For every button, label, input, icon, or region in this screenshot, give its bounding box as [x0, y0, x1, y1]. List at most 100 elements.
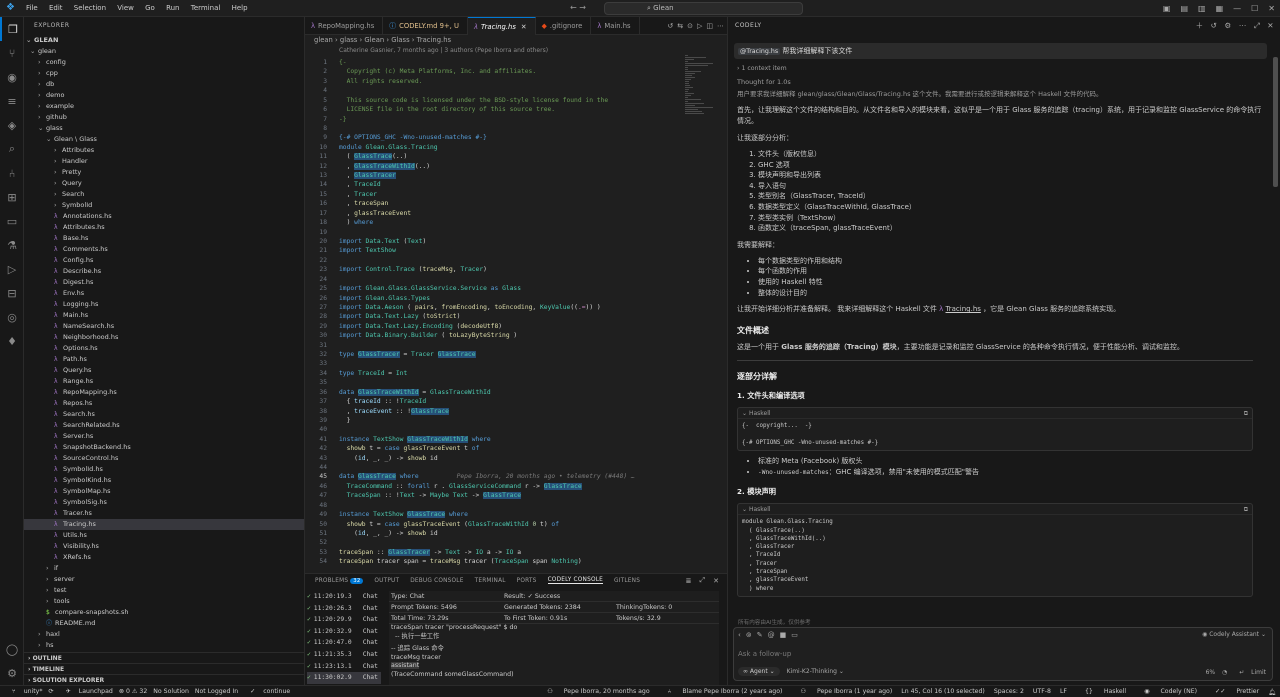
minimize-icon[interactable]: —: [1233, 4, 1241, 13]
code-line[interactable]: -}: [339, 116, 347, 123]
tab-output[interactable]: OUTPUT: [374, 578, 399, 584]
code-line[interactable]: (id, _, _) -> showb id: [339, 530, 437, 537]
limit-button[interactable]: ↵ Limit: [1234, 669, 1266, 676]
layout-icon[interactable]: ▣: [1163, 4, 1171, 13]
code-line[interactable]: { traceId :: !TraceId: [339, 398, 427, 405]
tree-file[interactable]: λ SymbolId.hs: [24, 464, 304, 475]
code-line[interactable]: traceSpan tracer span = traceMsg tracer …: [339, 558, 582, 565]
solution-explorer-section[interactable]: › SOLUTION EXPLORER: [24, 674, 304, 685]
code-line[interactable]: showb t = case glassTraceEvent (GlassTra…: [339, 521, 559, 528]
testing-icon[interactable]: ⚗: [0, 233, 24, 257]
problems-status[interactable]: ⊗ 0 ⚠ 32: [119, 688, 147, 695]
tab-gitignore[interactable]: ◆ .gitignore: [536, 17, 592, 35]
menu-run[interactable]: Run: [166, 4, 179, 12]
solution-status[interactable]: No Solution: [153, 688, 189, 695]
user-message[interactable]: @Tracing.hs 帮我详细解释下该文件: [734, 43, 1267, 59]
tree-file[interactable]: λ Query.hs: [24, 365, 304, 376]
terminal-icon[interactable]: ▭: [791, 631, 798, 639]
code-line[interactable]: import Data.Aeson ( pairs, fromEncoding,…: [339, 304, 601, 311]
close-panel-icon[interactable]: ✕: [713, 577, 719, 585]
code-line[interactable]: import Data.Binary.Builder ( toLazyByteS…: [339, 332, 517, 339]
log-entry[interactable]: ✓ 11:20:19.3 Chat: [307, 591, 381, 603]
tree-folder[interactable]: ⌄ glass: [24, 123, 304, 134]
git-icon[interactable]: ⑃: [0, 161, 24, 185]
code-line[interactable]: , traceSpan: [339, 200, 389, 207]
continue-status[interactable]: ✓ continue: [244, 688, 290, 695]
close-icon[interactable]: ✕: [1268, 4, 1275, 13]
tree-file[interactable]: λ Tracing.hs: [24, 519, 304, 530]
close-tab-icon[interactable]: ✕: [521, 23, 527, 31]
tree-folder[interactable]: › haxl: [24, 629, 304, 640]
tree-folder[interactable]: › github: [24, 112, 304, 123]
run-debug-icon[interactable]: ▷: [0, 257, 24, 281]
code-editor[interactable]: 1 {- 2 Copyright (c) Meta Platforms, Inc. …: [305, 55, 685, 573]
tree-folder[interactable]: › if: [24, 563, 304, 574]
code-line[interactable]: module Glean.Glass.Tracing: [339, 144, 438, 151]
tree-folder[interactable]: › config: [24, 57, 304, 68]
edit-icon[interactable]: ✎: [757, 631, 763, 639]
tree-file[interactable]: λ SourceControl.hs: [24, 453, 304, 464]
tree-folder[interactable]: › hs: [24, 640, 304, 651]
log-entry[interactable]: ✓ 11:20:32.9 Chat: [307, 626, 381, 638]
tree-file[interactable]: λ Digest.hs: [24, 277, 304, 288]
split-editor-icon[interactable]: ◫: [706, 22, 713, 30]
tree-file[interactable]: λ Server.hs: [24, 431, 304, 442]
menu-selection[interactable]: Selection: [74, 4, 106, 12]
tree-file[interactable]: λ Main.hs: [24, 310, 304, 321]
code-line[interactable]: , glassTraceEvent: [339, 210, 411, 217]
assistant-selector[interactable]: ◉ Codely Assistant ⌄: [1202, 631, 1266, 638]
remote-icon[interactable]: ▭: [0, 209, 24, 233]
tree-file[interactable]: λ RepoMapping.hs: [24, 387, 304, 398]
code-line[interactable]: ( GlassTrace(..): [339, 153, 407, 161]
code-line[interactable]: instance TextShow GlassTraceWithId where: [339, 435, 491, 443]
tree-file[interactable]: λ SnapshotBackend.hs: [24, 442, 304, 453]
docker-icon[interactable]: ⊟: [0, 281, 24, 305]
database-icon[interactable]: ≡: [0, 89, 24, 113]
code-line[interactable]: type GlassTracer = Tracer GlassTrace: [339, 351, 476, 359]
layers-icon[interactable]: ◈: [0, 113, 24, 137]
tab-codely-console[interactable]: CODELY CONSOLE: [547, 577, 604, 584]
menu-go[interactable]: Go: [145, 4, 155, 12]
breadcrumb[interactable]: glean › glass › Glean › Glass › Tracing.…: [305, 35, 727, 46]
layout-icon[interactable]: ▥: [1198, 4, 1206, 13]
tree-folder[interactable]: › Search: [24, 189, 304, 200]
nav-arrows[interactable]: ← →: [570, 3, 586, 12]
code-line[interactable]: import Glean.Glass.GlassService.Service …: [339, 285, 521, 292]
search-icon[interactable]: ⌕: [0, 137, 24, 161]
tab-debug-console[interactable]: DEBUG CONSOLE: [410, 578, 463, 584]
command-center[interactable]: ⌕ Glean: [604, 2, 803, 15]
chat-input-placeholder[interactable]: Ask a follow-up: [738, 650, 791, 658]
branch-status[interactable]: ⑂ unity*: [6, 688, 42, 695]
tree-file[interactable]: λ Config.hs: [24, 255, 304, 266]
launchpad-status[interactable]: ✈ Launchpad: [60, 688, 113, 695]
code-line[interactable]: traceSpan :: GlassTracer -> Text -> IO a…: [339, 548, 521, 556]
tab-ports[interactable]: PORTS: [517, 578, 537, 584]
code-line[interactable]: import Data.Text.Lazy (toStrict): [339, 313, 460, 320]
explorer-icon[interactable]: ❐: [0, 17, 24, 41]
extensions-icon[interactable]: ⊞: [0, 185, 24, 209]
tree-folder[interactable]: ⌄ glean: [24, 46, 304, 57]
tree-folder[interactable]: › Attributes: [24, 145, 304, 156]
code-line[interactable]: instance TextShow GlassTrace where: [339, 511, 468, 519]
account-icon[interactable]: ◯: [0, 637, 24, 661]
tree-file[interactable]: λ Describe.hs: [24, 266, 304, 277]
tree-folder[interactable]: ⌄ Glean \ Glass: [24, 134, 304, 145]
tree-file[interactable]: λ SymbolKind.hs: [24, 475, 304, 486]
code-line[interactable]: import Data.Text (Text): [339, 238, 426, 245]
tree-file[interactable]: λ Annotations.hs: [24, 211, 304, 222]
layout-icon[interactable]: ▤: [1180, 4, 1188, 13]
tree-file[interactable]: λ Repos.hs: [24, 398, 304, 409]
menu-terminal[interactable]: Terminal: [191, 4, 221, 12]
tree-file[interactable]: λ Options.hs: [24, 343, 304, 354]
mode-selector[interactable]: ∞ Agent ⌄: [738, 667, 780, 676]
tree-file[interactable]: λ SearchRelated.hs: [24, 420, 304, 431]
tree-file[interactable]: λ Path.hs: [24, 354, 304, 365]
new-chat-icon[interactable]: ＋: [1196, 17, 1204, 35]
code-line[interactable]: , TraceId: [339, 181, 381, 188]
tree-file[interactable]: λ Range.hs: [24, 376, 304, 387]
file-reference[interactable]: @Tracing.hs: [738, 48, 781, 55]
tree-file[interactable]: λ Search.hs: [24, 409, 304, 420]
stop-icon[interactable]: ■: [780, 631, 787, 639]
chat-scrollbar[interactable]: [1273, 57, 1278, 187]
timeline-section[interactable]: › TIMELINE: [24, 663, 304, 674]
